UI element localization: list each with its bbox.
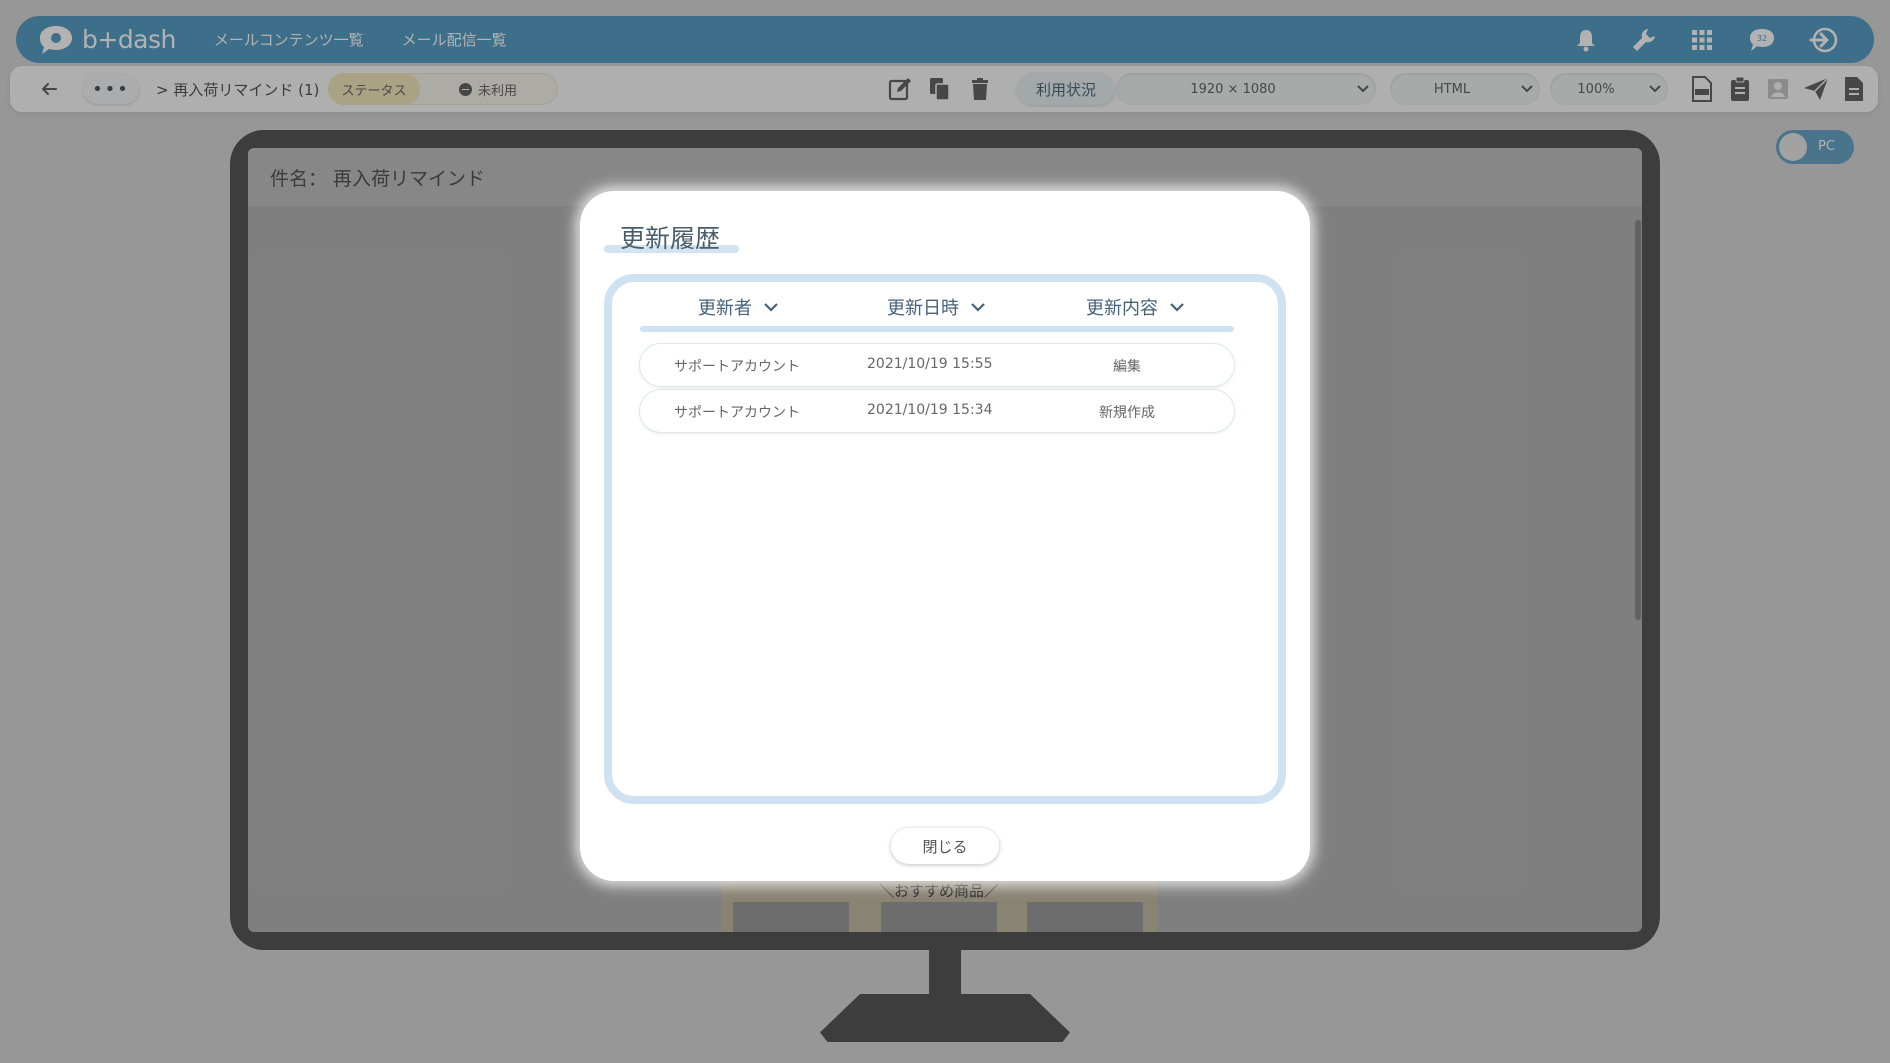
cell-datetime: 2021/10/19 15:55 — [867, 356, 993, 372]
column-header-label: 更新日時 — [887, 298, 959, 319]
update-history-modal: 更新履歴 更新者 更新日時 更新内容 サポートアカウント 2021/10/19 … — [580, 191, 1310, 881]
chevron-down-icon — [1170, 298, 1188, 316]
cell-user: サポートアカウント — [674, 405, 800, 421]
column-header-user[interactable]: 更新者 — [698, 294, 782, 320]
table-row[interactable]: サポートアカウント 2021/10/19 15:34 新規作成 — [640, 390, 1234, 432]
column-header-label: 更新内容 — [1086, 298, 1158, 319]
table-row[interactable]: サポートアカウント 2021/10/19 15:55 編集 — [640, 344, 1234, 386]
cell-action: 編集 — [1113, 359, 1141, 375]
cell-user: サポートアカウント — [674, 359, 800, 375]
cell-action: 新規作成 — [1099, 405, 1155, 421]
close-button[interactable]: 閉じる — [891, 828, 999, 864]
header-divider — [640, 326, 1234, 332]
cell-datetime: 2021/10/19 15:34 — [867, 402, 993, 418]
chevron-down-icon — [971, 298, 989, 316]
table-header: 更新者 更新日時 更新内容 — [640, 294, 1234, 324]
modal-title: 更新履歴 — [620, 224, 721, 253]
column-header-label: 更新者 — [698, 298, 752, 319]
chevron-down-icon — [764, 298, 782, 316]
column-header-datetime[interactable]: 更新日時 — [887, 294, 989, 320]
column-header-action[interactable]: 更新内容 — [1086, 294, 1188, 320]
history-table: 更新者 更新日時 更新内容 サポートアカウント 2021/10/19 15:55… — [604, 274, 1286, 804]
